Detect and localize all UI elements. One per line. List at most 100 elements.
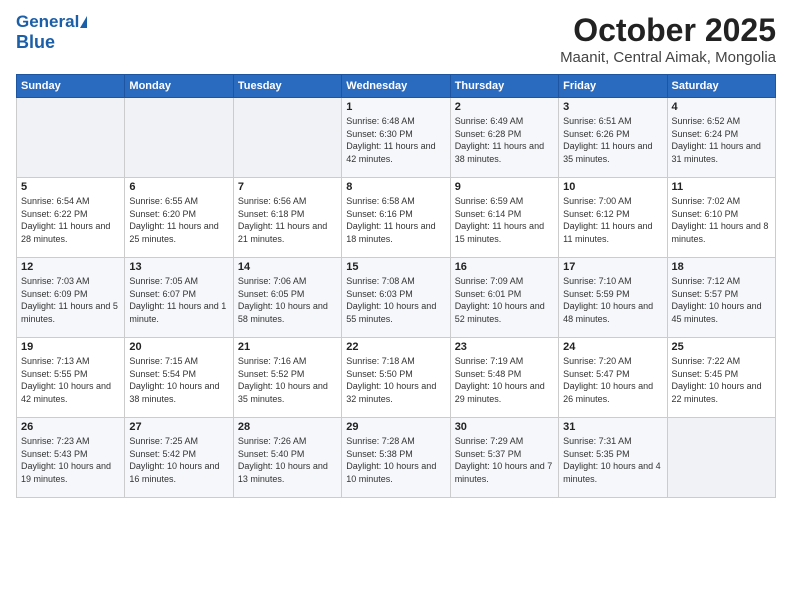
- day-info: Sunrise: 7:06 AM Sunset: 6:05 PM Dayligh…: [238, 275, 337, 325]
- header-day-saturday: Saturday: [667, 75, 775, 98]
- day-number: 12: [21, 261, 120, 273]
- day-info: Sunrise: 6:51 AM Sunset: 6:26 PM Dayligh…: [563, 115, 662, 165]
- day-number: 31: [563, 421, 662, 433]
- header-day-sunday: Sunday: [17, 75, 125, 98]
- calendar-cell: 13Sunrise: 7:05 AM Sunset: 6:07 PM Dayli…: [125, 258, 233, 338]
- day-number: 26: [21, 421, 120, 433]
- day-info: Sunrise: 7:20 AM Sunset: 5:47 PM Dayligh…: [563, 355, 662, 405]
- calendar: SundayMondayTuesdayWednesdayThursdayFrid…: [16, 74, 776, 498]
- calendar-cell: [125, 98, 233, 178]
- calendar-cell: 10Sunrise: 7:00 AM Sunset: 6:12 PM Dayli…: [559, 178, 667, 258]
- day-info: Sunrise: 6:49 AM Sunset: 6:28 PM Dayligh…: [455, 115, 554, 165]
- day-info: Sunrise: 7:19 AM Sunset: 5:48 PM Dayligh…: [455, 355, 554, 405]
- calendar-week-2: 12 Sunrise: 7:03 AM Sunset: 6:09 PM Dayli…: [17, 258, 776, 338]
- day-number: 28: [238, 421, 337, 433]
- day-number: 30: [455, 421, 554, 433]
- calendar-cell: 4Sunrise: 6:52 AM Sunset: 6:24 PM Daylig…: [667, 98, 775, 178]
- calendar-cell: 12 Sunrise: 7:03 AM Sunset: 6:09 PM Dayli…: [17, 258, 125, 338]
- day-info: Sunrise: 6:56 AM Sunset: 6:18 PM Dayligh…: [238, 195, 337, 245]
- calendar-cell: 24 Sunrise: 7:20 AM Sunset: 5:47 PM Dayli…: [559, 338, 667, 418]
- day-number: 24: [563, 341, 662, 353]
- header-day-tuesday: Tuesday: [233, 75, 341, 98]
- calendar-cell: 21 Sunrise: 7:16 AM Sunset: 5:52 PM Dayli…: [233, 338, 341, 418]
- calendar-cell: 6Sunrise: 6:55 AM Sunset: 6:20 PM Daylig…: [125, 178, 233, 258]
- day-number: 6: [129, 181, 228, 193]
- day-info: Sunrise: 7:12 AM Sunset: 5:57 PM Dayligh…: [672, 275, 771, 325]
- day-number: 19: [21, 341, 120, 353]
- day-info: Sunrise: 7:25 AM Sunset: 5:42 PM Dayligh…: [129, 435, 228, 485]
- day-number: 8: [346, 181, 445, 193]
- calendar-cell: 30 Sunrise: 7:29 AM Sunset: 5:37 PM Dayli…: [450, 418, 558, 498]
- day-number: 7: [238, 181, 337, 193]
- day-number: 27: [129, 421, 228, 433]
- day-info: Sunrise: 7:29 AM Sunset: 5:37 PM Dayligh…: [455, 435, 554, 485]
- calendar-header: SundayMondayTuesdayWednesdayThursdayFrid…: [17, 75, 776, 98]
- header: General Blue October 2025 Maanit, Centra…: [16, 12, 776, 66]
- day-number: 14: [238, 261, 337, 273]
- day-number: 22: [346, 341, 445, 353]
- calendar-week-0: 1Sunrise: 6:48 AM Sunset: 6:30 PM Daylig…: [17, 98, 776, 178]
- day-number: 18: [672, 261, 771, 273]
- day-number: 16: [455, 261, 554, 273]
- calendar-week-4: 26 Sunrise: 7:23 AM Sunset: 5:43 PM Dayli…: [17, 418, 776, 498]
- day-number: 9: [455, 181, 554, 193]
- day-number: 17: [563, 261, 662, 273]
- calendar-cell: 9 Sunrise: 6:59 AM Sunset: 6:14 PM Daylig…: [450, 178, 558, 258]
- day-number: 29: [346, 421, 445, 433]
- calendar-cell: 29 Sunrise: 7:28 AM Sunset: 5:38 PM Dayli…: [342, 418, 450, 498]
- calendar-cell: [667, 418, 775, 498]
- day-number: 23: [455, 341, 554, 353]
- day-number: 20: [129, 341, 228, 353]
- day-info: Sunrise: 7:02 AM Sunset: 6:10 PM Dayligh…: [672, 195, 771, 245]
- header-day-friday: Friday: [559, 75, 667, 98]
- calendar-cell: [233, 98, 341, 178]
- calendar-cell: 2 Sunrise: 6:49 AM Sunset: 6:28 PM Daylig…: [450, 98, 558, 178]
- header-row: SundayMondayTuesdayWednesdayThursdayFrid…: [17, 75, 776, 98]
- calendar-cell: 1Sunrise: 6:48 AM Sunset: 6:30 PM Daylig…: [342, 98, 450, 178]
- day-info: Sunrise: 6:48 AM Sunset: 6:30 PM Dayligh…: [346, 115, 445, 165]
- day-info: Sunrise: 7:28 AM Sunset: 5:38 PM Dayligh…: [346, 435, 445, 485]
- day-number: 4: [672, 101, 771, 113]
- day-info: Sunrise: 7:31 AM Sunset: 5:35 PM Dayligh…: [563, 435, 662, 485]
- header-day-thursday: Thursday: [450, 75, 558, 98]
- calendar-cell: 19 Sunrise: 7:13 AM Sunset: 5:55 PM Dayli…: [17, 338, 125, 418]
- header-day-wednesday: Wednesday: [342, 75, 450, 98]
- day-info: Sunrise: 6:54 AM Sunset: 6:22 PM Dayligh…: [21, 195, 120, 245]
- calendar-week-1: 5 Sunrise: 6:54 AM Sunset: 6:22 PM Daylig…: [17, 178, 776, 258]
- day-info: Sunrise: 7:23 AM Sunset: 5:43 PM Dayligh…: [21, 435, 120, 485]
- day-number: 25: [672, 341, 771, 353]
- calendar-cell: 17 Sunrise: 7:10 AM Sunset: 5:59 PM Dayli…: [559, 258, 667, 338]
- calendar-cell: 11Sunrise: 7:02 AM Sunset: 6:10 PM Dayli…: [667, 178, 775, 258]
- logo-triangle-icon: [80, 16, 87, 28]
- calendar-body: 1Sunrise: 6:48 AM Sunset: 6:30 PM Daylig…: [17, 98, 776, 498]
- calendar-cell: 8 Sunrise: 6:58 AM Sunset: 6:16 PM Daylig…: [342, 178, 450, 258]
- day-info: Sunrise: 6:59 AM Sunset: 6:14 PM Dayligh…: [455, 195, 554, 245]
- calendar-cell: [17, 98, 125, 178]
- day-info: Sunrise: 7:08 AM Sunset: 6:03 PM Dayligh…: [346, 275, 445, 325]
- title-block: October 2025 Maanit, Central Aimak, Mong…: [560, 12, 776, 66]
- day-info: Sunrise: 7:22 AM Sunset: 5:45 PM Dayligh…: [672, 355, 771, 405]
- logo-general-text: General: [16, 12, 79, 32]
- calendar-cell: 31 Sunrise: 7:31 AM Sunset: 5:35 PM Dayli…: [559, 418, 667, 498]
- day-info: Sunrise: 6:58 AM Sunset: 6:16 PM Dayligh…: [346, 195, 445, 245]
- day-number: 15: [346, 261, 445, 273]
- day-number: 21: [238, 341, 337, 353]
- calendar-cell: 3Sunrise: 6:51 AM Sunset: 6:26 PM Daylig…: [559, 98, 667, 178]
- calendar-cell: 26 Sunrise: 7:23 AM Sunset: 5:43 PM Dayli…: [17, 418, 125, 498]
- calendar-cell: 16Sunrise: 7:09 AM Sunset: 6:01 PM Dayli…: [450, 258, 558, 338]
- day-number: 2: [455, 101, 554, 113]
- day-info: Sunrise: 7:03 AM Sunset: 6:09 PM Dayligh…: [21, 275, 120, 325]
- day-info: Sunrise: 7:00 AM Sunset: 6:12 PM Dayligh…: [563, 195, 662, 245]
- calendar-cell: 23 Sunrise: 7:19 AM Sunset: 5:48 PM Dayli…: [450, 338, 558, 418]
- day-number: 5: [21, 181, 120, 193]
- day-info: Sunrise: 7:10 AM Sunset: 5:59 PM Dayligh…: [563, 275, 662, 325]
- day-info: Sunrise: 7:13 AM Sunset: 5:55 PM Dayligh…: [21, 355, 120, 405]
- day-number: 13: [129, 261, 228, 273]
- calendar-cell: 7 Sunrise: 6:56 AM Sunset: 6:18 PM Daylig…: [233, 178, 341, 258]
- day-info: Sunrise: 7:16 AM Sunset: 5:52 PM Dayligh…: [238, 355, 337, 405]
- calendar-cell: 5 Sunrise: 6:54 AM Sunset: 6:22 PM Daylig…: [17, 178, 125, 258]
- header-day-monday: Monday: [125, 75, 233, 98]
- calendar-cell: 15 Sunrise: 7:08 AM Sunset: 6:03 PM Dayli…: [342, 258, 450, 338]
- calendar-cell: 14 Sunrise: 7:06 AM Sunset: 6:05 PM Dayli…: [233, 258, 341, 338]
- calendar-cell: 22Sunrise: 7:18 AM Sunset: 5:50 PM Dayli…: [342, 338, 450, 418]
